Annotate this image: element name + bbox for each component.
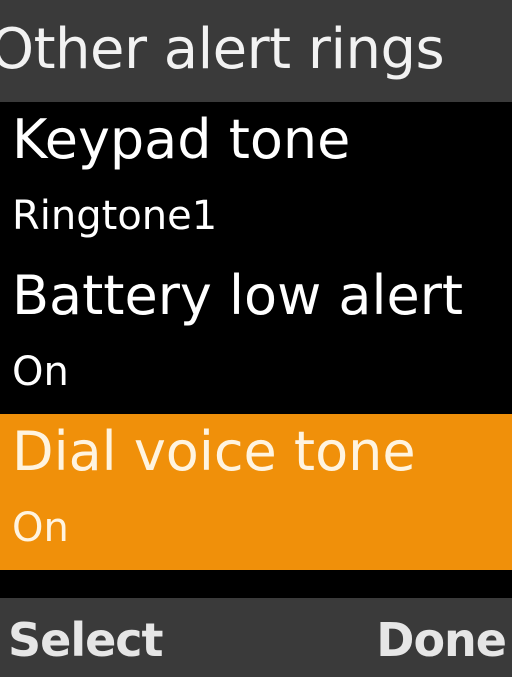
- list-item-label: Dial voice tone: [12, 420, 416, 483]
- list-item-dial-voice-tone[interactable]: Dial voice tone On: [0, 414, 512, 570]
- page-title: Other alert rings: [0, 17, 445, 82]
- list-item-value: On: [12, 505, 69, 551]
- select-softkey[interactable]: Select: [8, 610, 164, 670]
- list-bottom-spacer: [0, 572, 512, 598]
- settings-list: Keypad tone Ringtone1 Battery low alert …: [0, 102, 512, 570]
- list-item-label: Battery low alert: [12, 264, 464, 327]
- list-item-value: Ringtone1: [12, 193, 218, 239]
- list-item-battery-low-alert[interactable]: Battery low alert On: [0, 258, 512, 414]
- list-item-keypad-tone[interactable]: Keypad tone Ringtone1: [0, 102, 512, 258]
- list-item-value: On: [12, 349, 69, 395]
- title-bar: Other alert rings: [0, 0, 512, 102]
- list-item-label: Keypad tone: [12, 108, 351, 171]
- done-softkey[interactable]: Done: [376, 610, 507, 670]
- softkey-bar: Select Done: [0, 598, 512, 677]
